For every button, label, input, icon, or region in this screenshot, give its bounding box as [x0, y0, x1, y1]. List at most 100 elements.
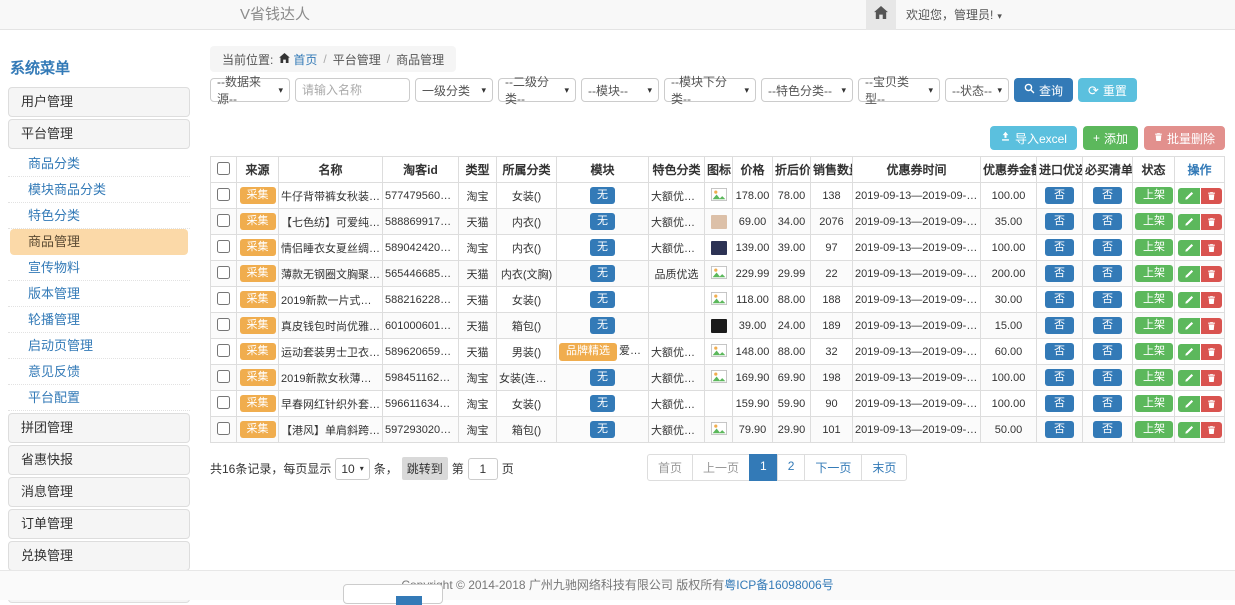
feature-filter-select[interactable]: --特色分类--▾ — [761, 78, 853, 102]
status-filter-select[interactable]: --状态--▾ — [945, 78, 1009, 102]
must-buy-toggle-button[interactable]: 否 — [1093, 343, 1122, 360]
row-checkbox[interactable] — [217, 240, 230, 253]
delete-button[interactable] — [1201, 188, 1222, 204]
imported-toggle-button[interactable]: 否 — [1045, 369, 1074, 386]
sidebar-item[interactable]: 特色分类 — [8, 203, 190, 229]
status-button[interactable]: 上架 — [1135, 343, 1173, 360]
edit-button[interactable] — [1178, 188, 1200, 204]
must-buy-toggle-button[interactable]: 否 — [1093, 187, 1122, 204]
page-number-input[interactable] — [468, 458, 498, 480]
status-button[interactable]: 上架 — [1135, 187, 1173, 204]
imported-toggle-button[interactable]: 否 — [1045, 213, 1074, 230]
row-checkbox[interactable] — [217, 344, 230, 357]
page-button[interactable]: 末页 — [861, 454, 907, 481]
jump-button[interactable]: 跳转到 — [402, 457, 448, 480]
page-button[interactable]: 首页 — [647, 454, 693, 481]
sidebar-item[interactable]: 版本管理 — [8, 281, 190, 307]
sidebar-item[interactable]: 商品分类 — [8, 151, 190, 177]
edit-button[interactable] — [1178, 344, 1200, 360]
edit-button[interactable] — [1178, 214, 1200, 230]
imported-toggle-button[interactable]: 否 — [1045, 395, 1074, 412]
delete-button[interactable] — [1201, 266, 1222, 282]
row-checkbox[interactable] — [217, 318, 230, 331]
sidebar-item[interactable]: 宣传物料 — [8, 255, 190, 281]
sidebar-item[interactable]: 模块商品分类 — [8, 177, 190, 203]
imported-toggle-button[interactable]: 否 — [1045, 239, 1074, 256]
module-filter-select[interactable]: --模块--▾ — [581, 78, 659, 102]
name-filter-input[interactable] — [295, 78, 410, 102]
sidebar-group-5[interactable]: 订单管理 — [8, 509, 190, 539]
status-button[interactable]: 上架 — [1135, 421, 1173, 438]
delete-button[interactable] — [1201, 240, 1222, 256]
import-excel-button[interactable]: 导入excel — [990, 126, 1077, 150]
sidebar-group-0[interactable]: 用户管理 — [8, 87, 190, 117]
edit-button[interactable] — [1178, 318, 1200, 334]
item-type-filter-select[interactable]: --宝贝类型--▾ — [858, 78, 940, 102]
sidebar-item[interactable]: 启动页管理 — [8, 333, 190, 359]
row-checkbox[interactable] — [217, 370, 230, 383]
sidebar-group-4[interactable]: 消息管理 — [8, 477, 190, 507]
add-button[interactable]: + 添加 — [1083, 126, 1138, 150]
row-checkbox[interactable] — [217, 396, 230, 409]
search-button[interactable]: 查询 — [1014, 78, 1073, 102]
must-buy-toggle-button[interactable]: 否 — [1093, 317, 1122, 334]
row-checkbox[interactable] — [217, 292, 230, 305]
imported-toggle-button[interactable]: 否 — [1045, 421, 1074, 438]
edit-button[interactable] — [1178, 422, 1200, 438]
must-buy-toggle-button[interactable]: 否 — [1093, 369, 1122, 386]
must-buy-toggle-button[interactable]: 否 — [1093, 239, 1122, 256]
row-checkbox[interactable] — [217, 214, 230, 227]
delete-button[interactable] — [1201, 370, 1222, 386]
delete-button[interactable] — [1201, 396, 1222, 412]
per-page-select[interactable]: 10 ▾ — [335, 458, 369, 480]
status-button[interactable]: 上架 — [1135, 265, 1173, 282]
select-all-checkbox[interactable] — [217, 162, 230, 175]
reset-button[interactable]: ⟳ 重置 — [1078, 78, 1137, 102]
batch-delete-button[interactable]: 批量删除 — [1144, 126, 1225, 150]
category1-filter-select[interactable]: 一级分类▾ — [415, 78, 493, 102]
page-button[interactable]: 下一页 — [804, 454, 862, 481]
delete-button[interactable] — [1201, 422, 1222, 438]
status-button[interactable]: 上架 — [1135, 213, 1173, 230]
sidebar-item[interactable]: 轮播管理 — [8, 307, 190, 333]
sidebar-item[interactable]: 平台配置 — [8, 385, 190, 411]
status-button[interactable]: 上架 — [1135, 291, 1173, 308]
sidebar-item[interactable]: 商品管理 — [10, 229, 188, 255]
status-button[interactable]: 上架 — [1135, 317, 1173, 334]
breadcrumb-home-link[interactable]: 首页 — [279, 51, 317, 68]
page-button[interactable]: 2 — [777, 454, 806, 481]
status-button[interactable]: 上架 — [1135, 395, 1173, 412]
home-button[interactable] — [866, 0, 896, 30]
sidebar-item[interactable]: 意见反馈 — [8, 359, 190, 385]
sidebar-group-3[interactable]: 省惠快报 — [8, 445, 190, 475]
edit-button[interactable] — [1178, 396, 1200, 412]
imported-toggle-button[interactable]: 否 — [1045, 187, 1074, 204]
row-checkbox[interactable] — [217, 266, 230, 279]
status-button[interactable]: 上架 — [1135, 239, 1173, 256]
must-buy-toggle-button[interactable]: 否 — [1093, 265, 1122, 282]
imported-toggle-button[interactable]: 否 — [1045, 291, 1074, 308]
row-checkbox[interactable] — [217, 422, 230, 435]
source-filter-select[interactable]: --数据来源--▾ — [210, 78, 290, 102]
delete-button[interactable] — [1201, 214, 1222, 230]
imported-toggle-button[interactable]: 否 — [1045, 343, 1074, 360]
edit-button[interactable] — [1178, 240, 1200, 256]
sidebar-group-6[interactable]: 兑换管理 — [8, 541, 190, 571]
sidebar-group-2[interactable]: 拼团管理 — [8, 413, 190, 443]
delete-button[interactable] — [1201, 292, 1222, 308]
delete-button[interactable] — [1201, 318, 1222, 334]
status-button[interactable]: 上架 — [1135, 369, 1173, 386]
edit-button[interactable] — [1178, 292, 1200, 308]
imported-toggle-button[interactable]: 否 — [1045, 265, 1074, 282]
delete-button[interactable] — [1201, 344, 1222, 360]
edit-button[interactable] — [1178, 370, 1200, 386]
must-buy-toggle-button[interactable]: 否 — [1093, 421, 1122, 438]
row-checkbox[interactable] — [217, 188, 230, 201]
edit-button[interactable] — [1178, 266, 1200, 282]
page-button[interactable]: 上一页 — [692, 454, 750, 481]
user-menu[interactable]: 欢迎您，管理员!▾ — [906, 0, 1002, 30]
sidebar-group-1[interactable]: 平台管理 — [8, 119, 190, 149]
module-sub-filter-select[interactable]: --模块下分类--▾ — [664, 78, 756, 102]
must-buy-toggle-button[interactable]: 否 — [1093, 291, 1122, 308]
must-buy-toggle-button[interactable]: 否 — [1093, 395, 1122, 412]
